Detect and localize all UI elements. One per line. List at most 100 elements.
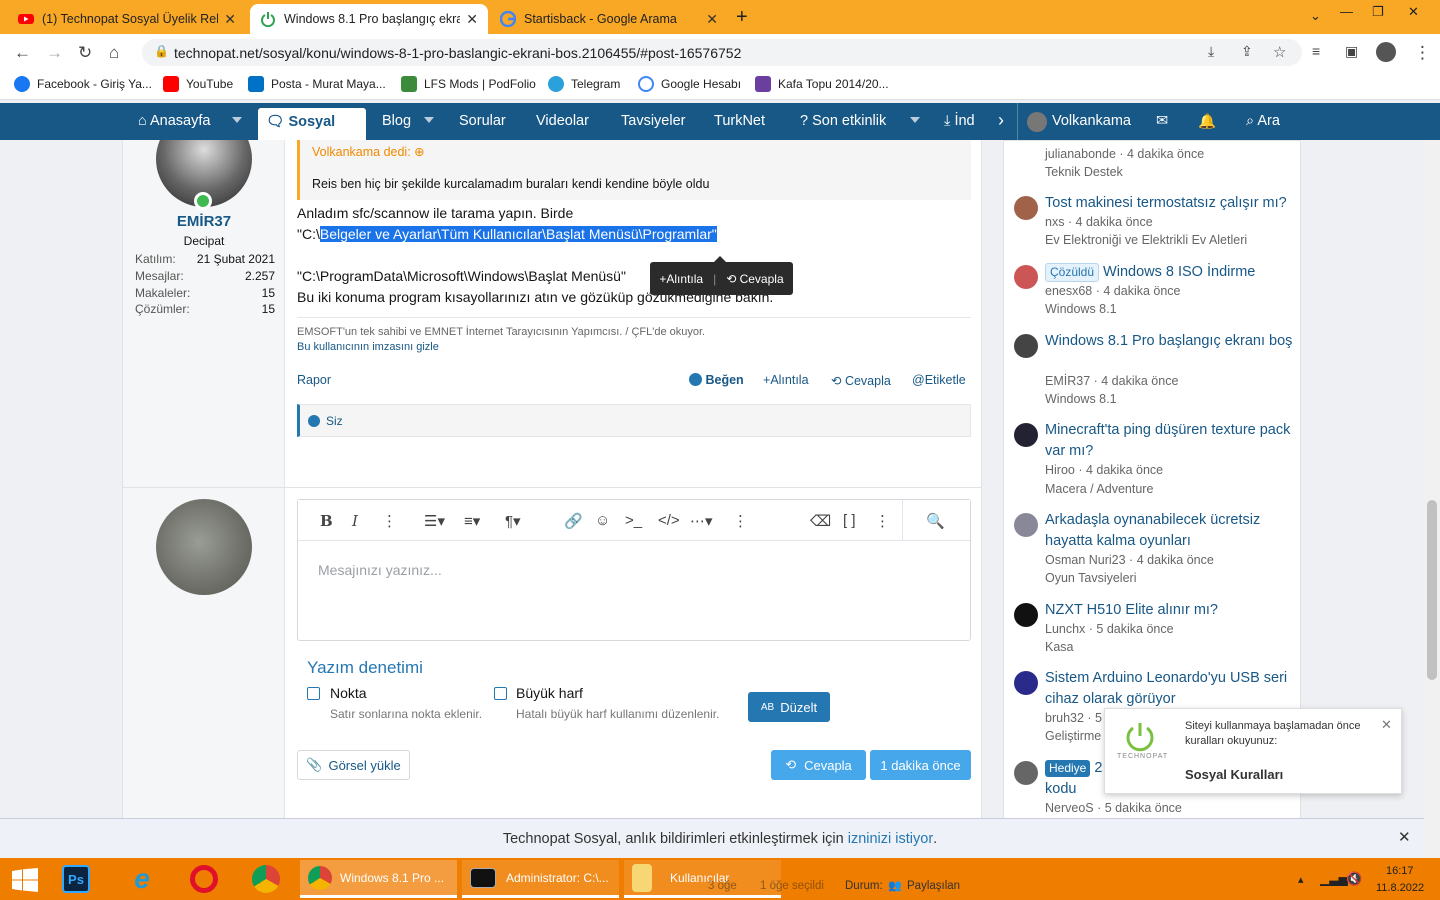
url-field[interactable]: 🔒 technopat.net/sosyal/konu/windows-8-1-… (142, 39, 1302, 66)
close-icon[interactable]: ✕ (224, 11, 236, 28)
clock-date[interactable]: 11.8.2022 (1376, 882, 1424, 894)
insert-more-icon[interactable]: ⋯▾ (690, 512, 713, 530)
eraser-icon[interactable]: ⌫ (810, 512, 831, 530)
maximize-icon[interactable]: ❐ (1372, 4, 1384, 20)
sidebar-title[interactable]: Sistem Arduino Leonardo'yu USB seri ciha… (1045, 668, 1295, 710)
emoji-icon[interactable]: ☺ (595, 512, 610, 529)
more-icon[interactable]: ⋮ (875, 512, 890, 530)
hide-signature-link[interactable]: Bu kullanıcının imzasını gizle (297, 341, 439, 353)
rules-link[interactable]: Sosyal Kuralları (1185, 767, 1283, 782)
like-button[interactable]: Beğen (689, 373, 744, 387)
scrollbar[interactable] (1424, 140, 1440, 858)
bookmark-kafatopu[interactable]: Kafa Topu 2014/20... (755, 76, 889, 92)
bookmark-youtube[interactable]: YouTube (163, 76, 233, 92)
period-label[interactable]: Nokta (330, 685, 367, 701)
back-icon[interactable]: ← (14, 43, 31, 63)
avatar[interactable] (1014, 603, 1038, 627)
chevron-down-icon[interactable] (910, 117, 920, 123)
italic-icon[interactable]: I (352, 512, 358, 530)
network-icon[interactable]: ▁▃▅ (1320, 872, 1348, 886)
profile-avatar[interactable] (1376, 42, 1396, 62)
report-link[interactable]: Rapor (297, 373, 331, 387)
quote-author[interactable]: Volkankama dedi: ⊕ (312, 144, 425, 159)
code-icon[interactable]: </> (658, 512, 680, 529)
bbcode-icon[interactable]: [ ] (843, 512, 856, 529)
windows-start-icon[interactable] (12, 868, 38, 892)
submit-reply-button[interactable]: ⟲ Cevapla (771, 750, 866, 780)
link-icon[interactable]: 🔗 (564, 512, 583, 530)
chevron-up-icon[interactable]: ▴ (1298, 873, 1304, 886)
sidebar-title[interactable]: Minecraft'ta ping düşüren texture pack v… (1045, 420, 1295, 462)
bell-icon[interactable]: 🔔 (1198, 113, 1216, 130)
bold-icon[interactable]: B (320, 512, 333, 530)
nav-social[interactable]: 🗨 Sosyal (258, 108, 366, 140)
sidebar-title[interactable]: Windows 8.1 Pro başlangıç ekranı boş (1045, 331, 1295, 352)
envelope-icon[interactable]: ✉ (1156, 113, 1168, 129)
sidebar-forum[interactable]: Windows 8.1 (1045, 392, 1117, 406)
nav-home[interactable]: ⌂ Anasayfa (138, 113, 210, 129)
sidebar-forum[interactable]: Macera / Adventure (1045, 482, 1153, 496)
scrollbar-thumb[interactable] (1427, 500, 1437, 680)
window-close-icon[interactable]: ✕ (1408, 4, 1419, 20)
taskbar-photoshop[interactable]: Ps (62, 860, 90, 898)
preview-icon[interactable]: 🔍 (926, 512, 945, 530)
new-tab-icon[interactable]: + (736, 6, 748, 29)
home-icon[interactable]: ⌂ (109, 43, 119, 63)
nav-recommendations[interactable]: Tavsiyeler (621, 113, 685, 129)
likes-bar[interactable]: Siz (297, 404, 971, 437)
nav-turknet[interactable]: TurkNet (714, 113, 765, 129)
permission-link[interactable]: izninizi istiyor (848, 831, 933, 847)
nav-questions[interactable]: Sorular (459, 113, 506, 129)
avatar[interactable] (1014, 334, 1038, 358)
nav-user[interactable]: Volkankama (1052, 113, 1131, 129)
reply-button[interactable]: ⟲ Cevapla (831, 373, 891, 388)
sidebar-forum[interactable]: Windows 8.1 (1045, 302, 1117, 316)
browser-tab-active[interactable]: Windows 8.1 Pro başlangıç ekran ✕ (250, 4, 488, 34)
sidebar-title[interactable]: NZXT H510 Elite alınır mı? (1045, 600, 1295, 621)
avatar[interactable] (1014, 513, 1038, 537)
nav-downloads[interactable]: ⤓ İnd (944, 113, 975, 129)
bookmark-outlook[interactable]: Posta - Murat Maya... (248, 76, 386, 92)
taskbar-chrome[interactable] (252, 860, 280, 898)
forward-icon[interactable]: → (46, 43, 63, 63)
close-icon[interactable]: ✕ (1398, 828, 1411, 846)
tooltip-quote-button[interactable]: +Alıntıla (659, 272, 703, 286)
close-icon[interactable]: ✕ (1381, 717, 1392, 733)
period-checkbox[interactable] (307, 687, 320, 700)
list-icon[interactable]: ☰▾ (424, 512, 445, 530)
message-editor[interactable]: B I ⋮ ☰▾ ≡▾ ¶▾ 🔗 ☺ >_ </> ⋯▾ ⋮ ⌫ [ ] ⋮ 🔍… (297, 499, 971, 641)
sidebar-forum[interactable]: Oyun Tavsiyeleri (1045, 571, 1136, 585)
sidebar-title[interactable]: Çözüldü Windows 8 ISO İndirme (1045, 262, 1295, 283)
code-inline-icon[interactable]: >_ (625, 512, 642, 529)
reading-list-icon[interactable]: ≡ (1312, 43, 1320, 59)
side-panel-icon[interactable]: ▣ (1345, 43, 1358, 60)
nav-blog[interactable]: Blog (382, 113, 411, 129)
close-icon[interactable]: ✕ (466, 11, 478, 28)
reload-icon[interactable]: ↻ (78, 43, 92, 63)
star-icon[interactable]: ☆ (1273, 43, 1286, 61)
install-icon[interactable]: ⤓ (1208, 43, 1214, 60)
nav-videos[interactable]: Videolar (536, 113, 589, 129)
bookmark-telegram[interactable]: Telegram (548, 76, 620, 92)
close-icon[interactable]: ✕ (706, 11, 718, 28)
user-avatar[interactable] (1027, 112, 1047, 132)
draft-button[interactable]: 1 dakika önce (870, 750, 971, 780)
nav-search[interactable]: ⌕ Ara (1246, 113, 1280, 129)
taskbar-window-chrome[interactable]: Windows 8.1 Pro ... (300, 860, 457, 898)
avatar[interactable] (1014, 761, 1038, 785)
align-icon[interactable]: ≡▾ (464, 512, 480, 530)
bookmark-facebook[interactable]: Facebook - Giriş Ya... (14, 76, 152, 92)
sidebar-forum[interactable]: Kasa (1045, 640, 1074, 654)
browser-tab[interactable]: Startisback - Google Arama ✕ (490, 4, 728, 34)
bookmark-google[interactable]: Google Hesabı (638, 76, 741, 92)
more-icon[interactable]: ⋮ (382, 512, 397, 530)
sidebar-title[interactable]: Tost makinesi termostatsız çalışır mı? (1045, 193, 1295, 214)
volume-muted-icon[interactable]: 🔇 (1346, 871, 1362, 887)
nav-activity[interactable]: ? Son etkinlik (800, 113, 886, 129)
fix-button[interactable]: AB Düzelt (748, 692, 830, 722)
share-icon[interactable]: ⇪ (1241, 43, 1253, 60)
chevron-down-icon[interactable] (424, 117, 434, 123)
browser-tab[interactable]: (1) Technopat Sosyal Üyelik Rehb ✕ (8, 4, 246, 34)
quote-button[interactable]: +Alıntıla (763, 373, 809, 387)
minimize-icon[interactable]: — (1340, 4, 1353, 19)
